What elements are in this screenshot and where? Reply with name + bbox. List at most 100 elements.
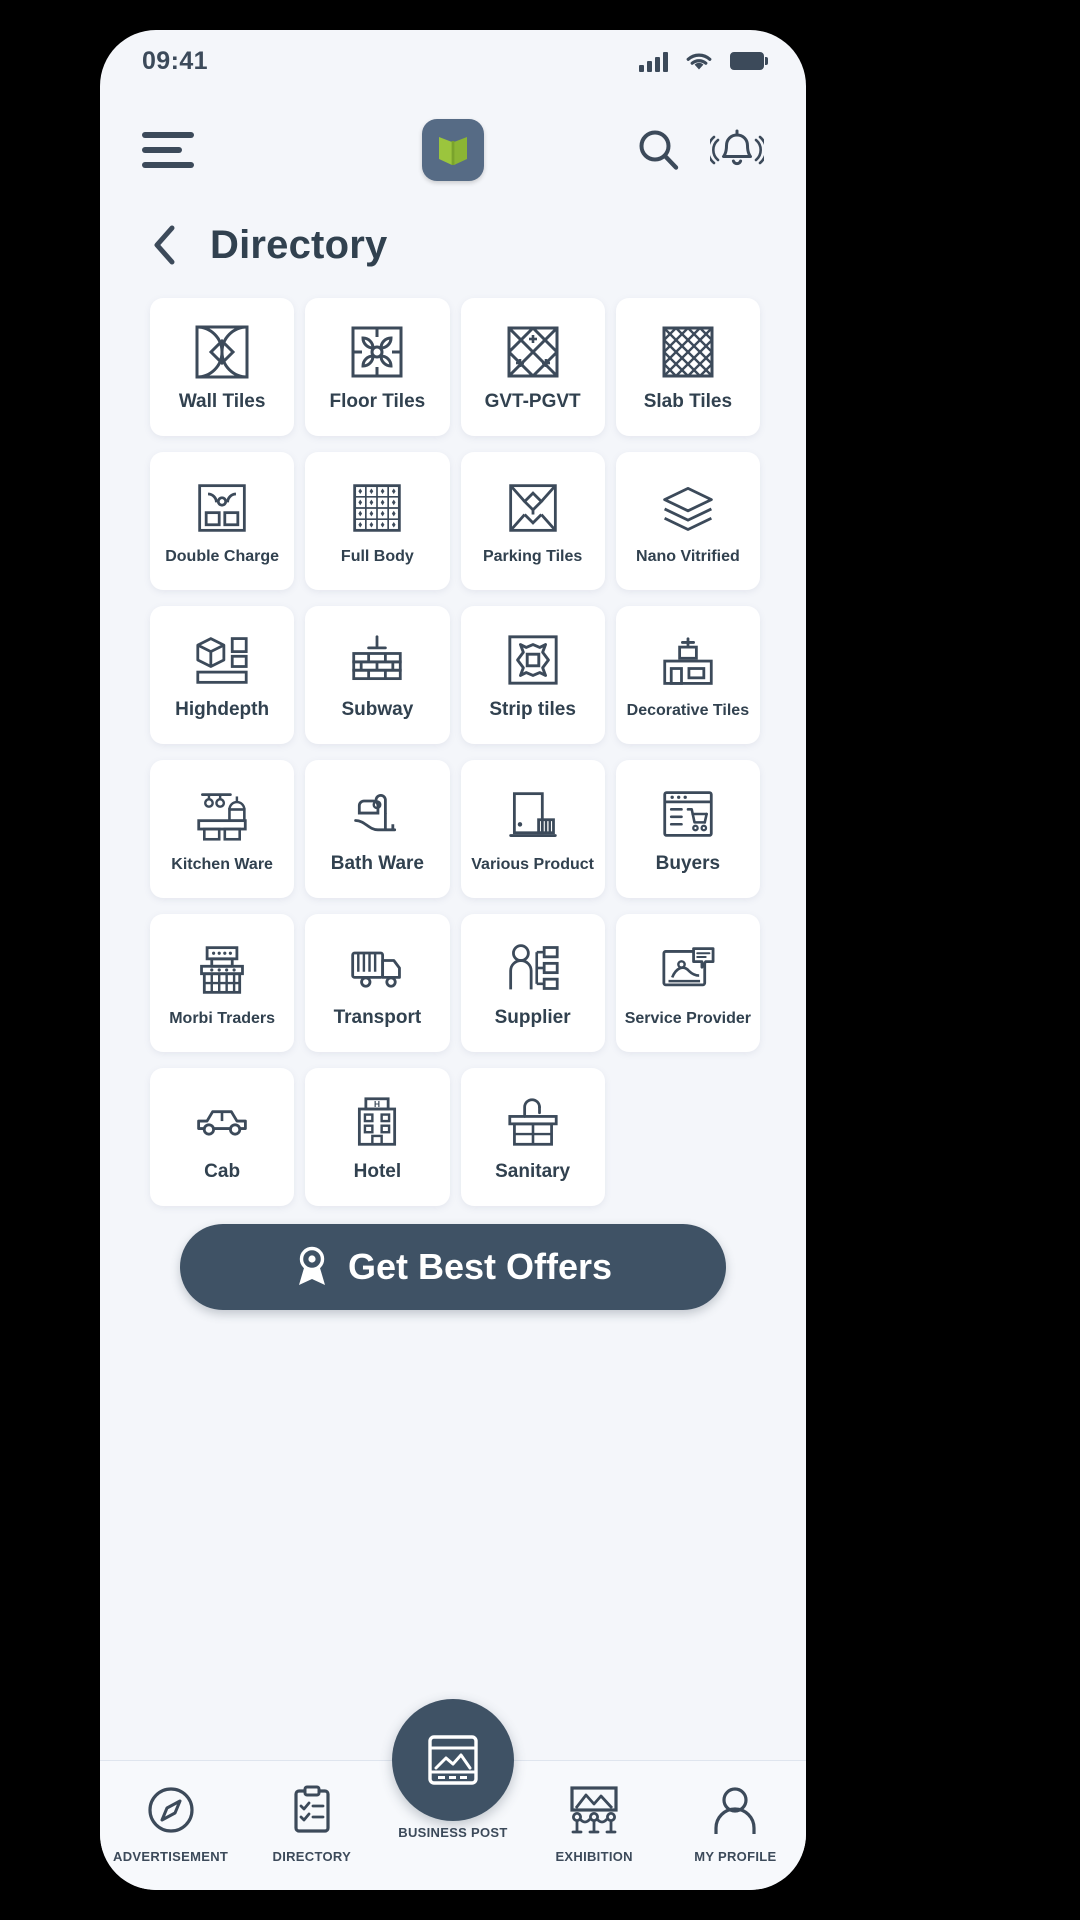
directory-card-floor-tiles[interactable]: Floor Tiles bbox=[305, 298, 450, 436]
directory-card-label: Service Provider bbox=[624, 1009, 752, 1027]
status-time: 09:41 bbox=[142, 46, 208, 75]
directory-card-label: Slab Tiles bbox=[643, 391, 733, 413]
business-post-fab[interactable] bbox=[391, 1699, 514, 1821]
directory-card-label: Cab bbox=[204, 1161, 241, 1183]
directory-card-full-body[interactable]: Full Body bbox=[305, 452, 450, 590]
exhibition-gallery-icon bbox=[566, 1781, 622, 1839]
highdepth-cube-icon bbox=[193, 629, 251, 691]
nav-item-directory[interactable]: DIRECTORY bbox=[246, 1781, 378, 1864]
clipboard-checklist-icon bbox=[288, 1781, 336, 1839]
subway-brick-icon bbox=[348, 629, 406, 691]
nav-item-advertisement[interactable]: ADVERTISEMENT bbox=[105, 1781, 237, 1864]
nav-label: EXHIBITION bbox=[555, 1849, 633, 1864]
open-book-logo[interactable] bbox=[422, 119, 484, 181]
directory-card-slab-tiles[interactable]: Slab Tiles bbox=[615, 298, 760, 436]
directory-card-kitchen-ware[interactable]: Kitchen Ware bbox=[150, 760, 295, 898]
status-icons bbox=[639, 51, 768, 72]
header-actions bbox=[636, 126, 764, 174]
directory-card-subway[interactable]: Subway bbox=[305, 606, 450, 744]
directory-card-label: Transport bbox=[333, 1007, 422, 1029]
wifi-icon bbox=[686, 53, 712, 69]
directory-card-label: Bath Ware bbox=[330, 853, 424, 875]
directory-card-bath-ware[interactable]: Bath Ware bbox=[305, 760, 450, 898]
parking-tile-icon bbox=[506, 477, 560, 539]
directory-card-parking-tiles[interactable]: Parking Tiles bbox=[460, 452, 605, 590]
directory-card-label: Morbi Traders bbox=[169, 1009, 276, 1027]
directory-card-label: Strip tiles bbox=[489, 699, 576, 721]
status-bar: 09:41 bbox=[100, 30, 806, 92]
directory-card-label: Various Product bbox=[471, 855, 594, 873]
page-title: Directory bbox=[210, 222, 388, 267]
hamburger-menu-icon[interactable] bbox=[142, 132, 194, 168]
wall-tile-pattern-icon bbox=[193, 321, 251, 383]
battery-icon bbox=[730, 52, 768, 70]
directory-card-sanitary[interactable]: Sanitary bbox=[460, 1068, 605, 1206]
full-body-tile-icon bbox=[350, 477, 404, 539]
nav-item-exhibition[interactable]: EXHIBITION bbox=[528, 1781, 660, 1864]
nav-label: BUSINESS POST bbox=[398, 1825, 508, 1840]
nav-label: ADVERTISEMENT bbox=[113, 1849, 229, 1864]
slab-tile-crosshatch-icon bbox=[659, 321, 717, 383]
cta-label: Get Best Offers bbox=[347, 1246, 613, 1287]
service-provider-icon bbox=[659, 939, 717, 1001]
directory-card-highdepth[interactable]: Highdepth bbox=[150, 606, 295, 744]
directory-card-morbi-traders[interactable]: Morbi Traders bbox=[150, 914, 295, 1052]
directory-card-nano-vitrified[interactable]: Nano Vitrified bbox=[615, 452, 760, 590]
decorative-tiles-icon bbox=[659, 631, 717, 693]
nav-item-business-post[interactable]: BUSINESS POST bbox=[387, 1699, 519, 1840]
traders-building-icon bbox=[194, 939, 250, 1001]
directory-card-double-charge[interactable]: Double Charge bbox=[150, 452, 295, 590]
bathtub-icon bbox=[348, 783, 406, 845]
search-icon[interactable] bbox=[636, 127, 682, 173]
nav-label: DIRECTORY bbox=[272, 1849, 352, 1864]
directory-card-label: Decorative Tiles bbox=[626, 701, 750, 719]
directory-card-strip-tiles[interactable]: Strip tiles bbox=[460, 606, 605, 744]
directory-card-label: Double Charge bbox=[165, 547, 280, 565]
sanitary-sink-icon bbox=[504, 1091, 562, 1153]
directory-card-service-provider[interactable]: Service Provider bbox=[615, 914, 760, 1052]
gvt-pgvt-diamond-icon bbox=[504, 321, 562, 383]
app-header bbox=[100, 100, 806, 200]
directory-card-label: Buyers bbox=[655, 853, 721, 875]
directory-card-gvt-pgvt[interactable]: GVT-PGVT bbox=[460, 298, 605, 436]
directory-grid: Wall Tiles Floor Tiles GVT-PGVT Slab Til… bbox=[150, 298, 760, 1206]
floor-tile-floral-icon bbox=[348, 321, 406, 383]
kitchen-ware-icon bbox=[193, 785, 251, 847]
directory-card-supplier[interactable]: Supplier bbox=[460, 914, 605, 1052]
bell-icon[interactable] bbox=[710, 126, 764, 174]
directory-card-transport[interactable]: Transport bbox=[305, 914, 450, 1052]
directory-card-label: GVT-PGVT bbox=[484, 391, 581, 413]
directory-card-label: Subway bbox=[341, 699, 414, 721]
directory-card-label: Highdepth bbox=[175, 699, 270, 721]
nano-vitrified-layers-icon bbox=[659, 477, 717, 539]
directory-card-various-product[interactable]: Various Product bbox=[460, 760, 605, 898]
page-title-row: Directory bbox=[100, 208, 806, 282]
directory-card-decorative-tiles[interactable]: Decorative Tiles bbox=[615, 606, 760, 744]
compass-icon bbox=[145, 1781, 197, 1839]
get-best-offers-button[interactable]: Get Best Offers bbox=[180, 1224, 726, 1310]
directory-card-label: Full Body bbox=[340, 547, 414, 565]
directory-card-wall-tiles[interactable]: Wall Tiles bbox=[150, 298, 295, 436]
car-icon bbox=[193, 1091, 251, 1153]
directory-card-buyers[interactable]: Buyers bbox=[615, 760, 760, 898]
directory-card-label: Hotel bbox=[353, 1161, 402, 1183]
award-ribbon-icon bbox=[298, 1246, 325, 1285]
directory-card-label: Supplier bbox=[494, 1007, 571, 1029]
directory-card-label: Sanitary bbox=[495, 1161, 571, 1183]
user-profile-icon bbox=[710, 1781, 760, 1839]
bottom-navigation: ADVERTISEMENT DIRECTORY BUSINESS POST EX… bbox=[100, 1699, 806, 1890]
directory-card-hotel[interactable]: H Hotel bbox=[305, 1068, 450, 1206]
directory-card-label: Floor Tiles bbox=[329, 391, 426, 413]
hotel-building-icon: H bbox=[351, 1091, 403, 1153]
double-charge-tile-icon bbox=[195, 477, 249, 539]
signal-bars-icon bbox=[639, 51, 668, 72]
truck-icon bbox=[348, 937, 406, 999]
directory-card-label: Wall Tiles bbox=[178, 391, 266, 413]
image-post-icon bbox=[428, 1735, 478, 1785]
nav-item-my-profile[interactable]: MY PROFILE bbox=[669, 1781, 801, 1864]
nav-label: MY PROFILE bbox=[694, 1849, 777, 1864]
door-product-icon bbox=[505, 785, 561, 847]
strip-tile-icon bbox=[505, 629, 561, 691]
directory-card-cab[interactable]: Cab bbox=[150, 1068, 295, 1206]
chevron-left-icon[interactable] bbox=[152, 224, 178, 266]
